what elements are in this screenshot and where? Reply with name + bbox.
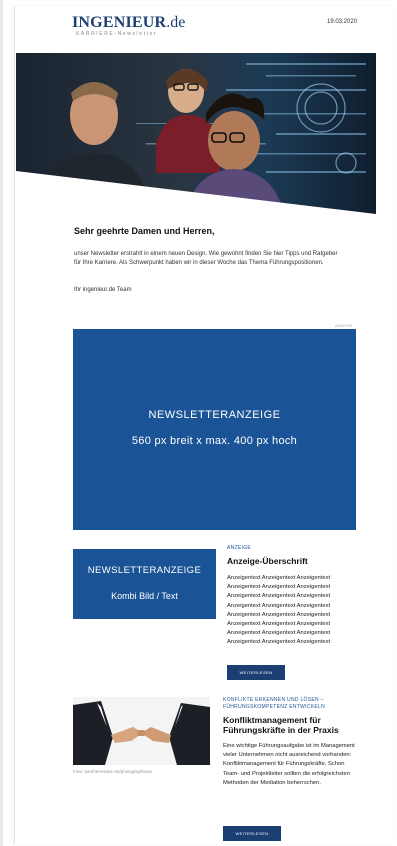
big-ad-banner[interactable]: NEWSLETTERANZEIGE 560 px breit x max. 40… <box>73 329 356 530</box>
big-ad-line2: 560 px breit x max. 400 px hoch <box>131 435 298 447</box>
ad-article-line: Anzeigentext Anzeigentext Anzeigentext <box>227 639 331 646</box>
article2-read-more-button[interactable]: WEITERLESEN <box>223 826 281 841</box>
ad-article-line: Anzeigentext Anzeigentext Anzeigentext <box>227 602 331 609</box>
handshake-photo-graphic <box>73 697 210 765</box>
article2-eyebrow: KONFLIKTE ERKENNEN UND LÖSEN – FÜHRUNGSK… <box>223 697 326 710</box>
ad-article-line: Anzeigentext Anzeigentext Anzeigentext <box>227 630 331 637</box>
article-konfliktmanagement: KONFLIKTE ERKENNEN UND LÖSEN – FÜHRUNGSK… <box>223 697 357 788</box>
logo-subtitle: KARRIERE-Newsletter <box>76 31 158 37</box>
ad-article-line: Anzeigentext Anzeigentext Anzeigentext <box>227 593 331 600</box>
signoff-text: Ihr ingenieur.de Team <box>74 287 132 293</box>
greeting-heading: Sehr geehrte Damen und Herren, <box>74 226 215 236</box>
ad-article-line: Anzeigentext Anzeigentext Anzeigentext <box>227 575 331 581</box>
combo-ad-line2: Kombi Bild / Text <box>111 591 178 601</box>
ad-article-line: Anzeigentext Anzeigentext Anzeigentext <box>227 611 331 618</box>
combo-ad-banner[interactable]: NEWSLETTERANZEIGE Kombi Bild / Text <box>73 549 216 619</box>
issue-date: 19.03.2020 <box>327 19 358 25</box>
combo-ad-line1: NEWSLETTERANZEIGE <box>87 565 202 576</box>
left-scroll-track[interactable] <box>0 0 3 846</box>
logo[interactable]: INGENIEUR.de KARRIERE-Newsletter <box>72 14 186 37</box>
article2-body: Eine wichtige Führungsaufgabe ist im Man… <box>223 743 355 786</box>
hero-image <box>16 53 376 214</box>
ad-label: ANZEIGE <box>335 323 353 328</box>
ad-article-read-more-button[interactable]: WEITERLESEN <box>227 665 285 680</box>
ad-article-title[interactable]: Anzeige-Überschrift <box>227 556 357 566</box>
handshake-photo[interactable] <box>73 697 210 765</box>
ad-article-line: Anzeigentext Anzeigentext Anzeigentext <box>227 584 331 591</box>
ad-article-eyebrow: ANZEIGE <box>227 545 252 551</box>
logo-main-text: INGENIEUR <box>72 14 167 31</box>
article2-title[interactable]: Konfliktmanagement für Führungskräfte in… <box>223 715 357 735</box>
big-ad-line1: NEWSLETTERANZEIGE <box>148 409 281 421</box>
ad-article-line: Anzeigentext Anzeigentext Anzeigentext <box>227 621 331 628</box>
hero-image-graphic <box>16 53 376 214</box>
ad-article: ANZEIGE Anzeige-Überschrift Anzeigentext… <box>227 545 357 648</box>
logo-domain-text: .de <box>166 14 186 31</box>
photo-credit: Foto: panthermedia.net/photographieeu <box>73 769 153 774</box>
intro-paragraph: unser Newsletter erstrahlt in einem neue… <box>74 251 338 266</box>
